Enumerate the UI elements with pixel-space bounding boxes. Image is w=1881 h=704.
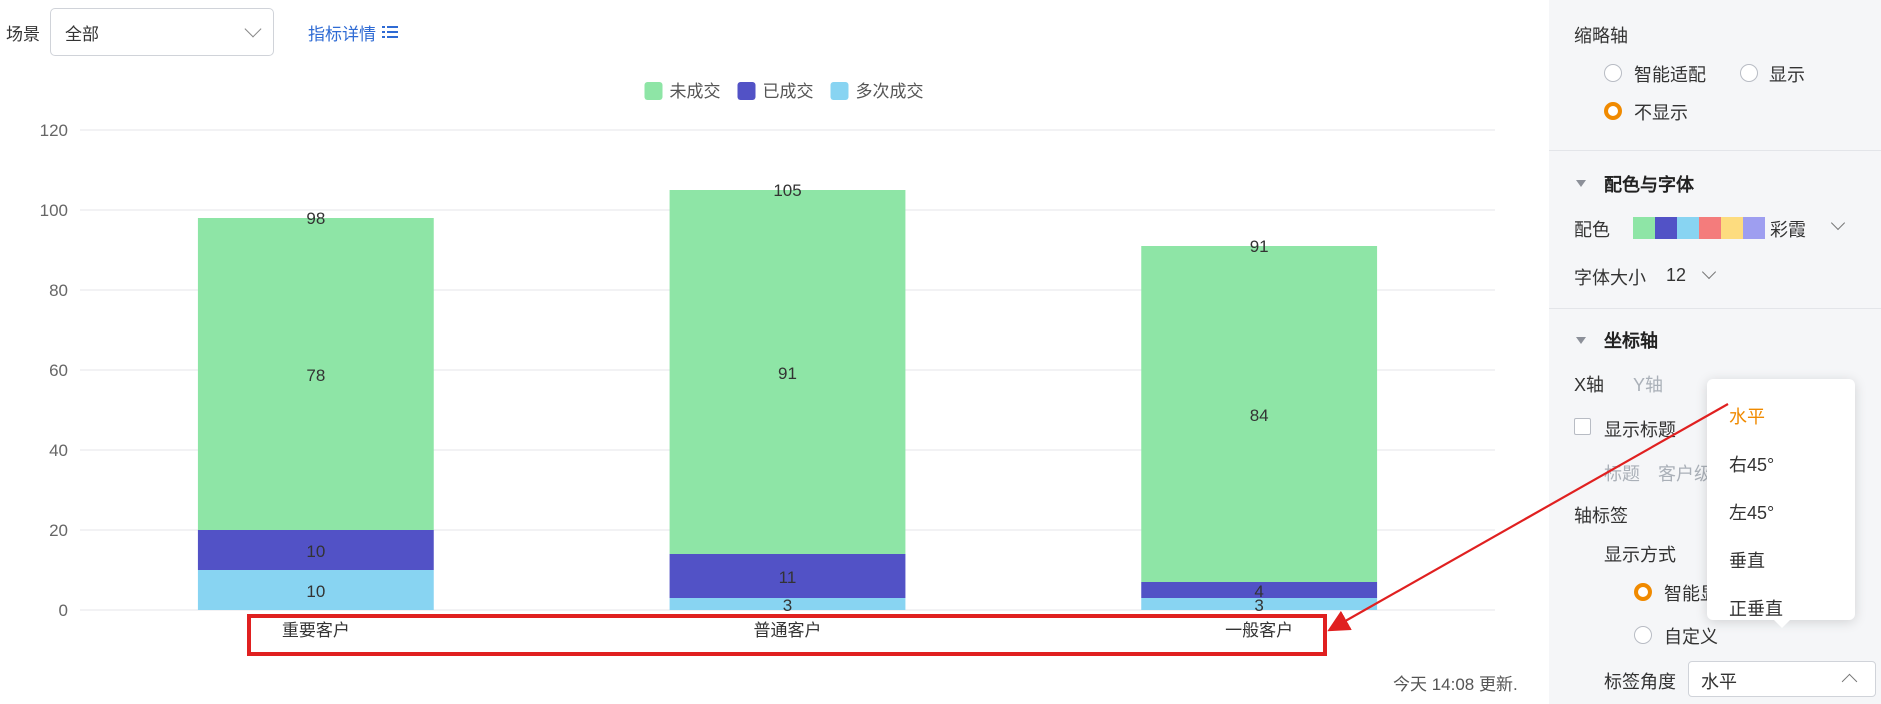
swatch bbox=[1677, 217, 1699, 239]
swatch bbox=[1743, 217, 1765, 239]
chevron-up-icon bbox=[1841, 673, 1858, 690]
radio-hide-label: 不显示 bbox=[1634, 103, 1688, 123]
scene-select[interactable]: 全部 bbox=[50, 8, 274, 56]
legend-swatch bbox=[737, 82, 756, 100]
bar-segment-label: 10 bbox=[306, 582, 325, 601]
swatch bbox=[1699, 217, 1721, 239]
label-angle-label: 标签角度 bbox=[1604, 672, 1676, 692]
menu-item-vertical[interactable]: 垂直 bbox=[1729, 547, 1765, 573]
radio-show[interactable] bbox=[1740, 64, 1758, 82]
collapse-triangle-icon[interactable] bbox=[1576, 337, 1586, 344]
swatch bbox=[1633, 217, 1655, 239]
axis-label-title: 轴标签 bbox=[1574, 506, 1628, 526]
bar-segment-label: 11 bbox=[779, 568, 797, 587]
bar-total-label: 91 bbox=[1250, 237, 1269, 256]
radio-smart-fit[interactable] bbox=[1604, 64, 1622, 82]
bar-total-label: 98 bbox=[306, 209, 325, 228]
legend-label: 多次成交 bbox=[856, 82, 924, 101]
bar-segment-label: 84 bbox=[1250, 406, 1269, 425]
radio-custom-label: 自定义 bbox=[1664, 627, 1718, 647]
axis-section-title: 坐标轴 bbox=[1604, 331, 1658, 351]
display-mode-label: 显示方式 bbox=[1604, 545, 1676, 565]
radio-show-label: 显示 bbox=[1769, 65, 1805, 85]
section-divider bbox=[1549, 308, 1881, 309]
label-angle-value: 水平 bbox=[1701, 672, 1737, 692]
section-divider bbox=[1549, 150, 1881, 151]
y-tick-label: 120 bbox=[40, 121, 68, 140]
update-timestamp: 今天 14:08 更新. bbox=[1393, 675, 1518, 694]
bar-segment-label: 91 bbox=[778, 364, 797, 383]
show-title-label: 显示标题 bbox=[1604, 420, 1676, 440]
bar-segment-label: 10 bbox=[306, 542, 325, 561]
menu-item-left-45[interactable]: 左45° bbox=[1729, 499, 1774, 525]
title-field-value[interactable]: 客户级 bbox=[1658, 460, 1712, 486]
thumb-axis-title: 缩略轴 bbox=[1574, 26, 1628, 46]
radio-custom[interactable] bbox=[1634, 626, 1652, 644]
color-label: 配色 bbox=[1574, 220, 1610, 240]
scene-select-value: 全部 bbox=[65, 24, 99, 44]
swatch bbox=[1721, 217, 1743, 239]
bar-total-label: 105 bbox=[773, 181, 801, 200]
swatch bbox=[1655, 217, 1677, 239]
show-title-checkbox[interactable] bbox=[1574, 418, 1591, 435]
menu-item-right-45[interactable]: 右45° bbox=[1729, 451, 1774, 477]
y-tick-label: 100 bbox=[40, 201, 68, 220]
palette-swatches[interactable] bbox=[1633, 217, 1765, 239]
y-tick-label: 40 bbox=[49, 441, 68, 460]
scene-label: 场景 bbox=[6, 24, 40, 44]
font-size-value[interactable]: 12 bbox=[1666, 265, 1686, 286]
label-angle-select[interactable]: 水平 bbox=[1688, 661, 1876, 697]
y-tick-label: 0 bbox=[59, 601, 68, 620]
bar-segment-label: 3 bbox=[783, 596, 792, 615]
metric-detail-link[interactable]: 指标详情 bbox=[308, 20, 398, 45]
title-field-label: 标题 bbox=[1604, 464, 1640, 484]
menu-pointer bbox=[1772, 618, 1792, 628]
legend-label: 未成交 bbox=[670, 82, 721, 101]
metric-detail-label: 指标详情 bbox=[308, 24, 376, 44]
list-icon bbox=[382, 25, 398, 39]
font-size-label: 字体大小 bbox=[1574, 268, 1646, 288]
legend-swatch bbox=[830, 82, 849, 100]
palette-name: 彩霞 bbox=[1770, 220, 1806, 240]
font-size-chevron-down-icon[interactable] bbox=[1701, 264, 1717, 280]
chevron-down-icon bbox=[244, 20, 262, 38]
bar-segment-label: 78 bbox=[306, 366, 325, 385]
color-font-title: 配色与字体 bbox=[1604, 175, 1694, 195]
tab-x-axis[interactable]: X轴 bbox=[1574, 371, 1604, 397]
legend-label: 已成交 bbox=[763, 82, 814, 101]
tab-y-axis[interactable]: Y轴 bbox=[1633, 371, 1663, 397]
palette-chevron-down-icon[interactable] bbox=[1830, 215, 1846, 231]
toolbar: 场景 全部 指标详情 bbox=[0, 8, 398, 56]
bar-segment-label: 4 bbox=[1254, 582, 1263, 601]
stacked-bar-chart: 020406080100120未成交 已成交 多次成交10107898重要客户311… bbox=[40, 82, 1495, 640]
y-tick-label: 60 bbox=[49, 361, 68, 380]
menu-item-horizontal[interactable]: 水平 bbox=[1729, 403, 1765, 429]
radio-smart-fit-label: 智能适配 bbox=[1634, 65, 1706, 85]
radio-hide[interactable] bbox=[1604, 102, 1622, 120]
x-axis-highlight-box bbox=[247, 614, 1327, 656]
legend-swatch bbox=[644, 82, 663, 100]
label-angle-menu: 水平 右45° 左45° 垂直 正垂直 bbox=[1707, 379, 1855, 620]
y-tick-label: 80 bbox=[49, 281, 68, 300]
radio-smart-display[interactable] bbox=[1634, 583, 1652, 601]
y-tick-label: 20 bbox=[49, 521, 68, 540]
collapse-triangle-icon[interactable] bbox=[1576, 180, 1586, 187]
